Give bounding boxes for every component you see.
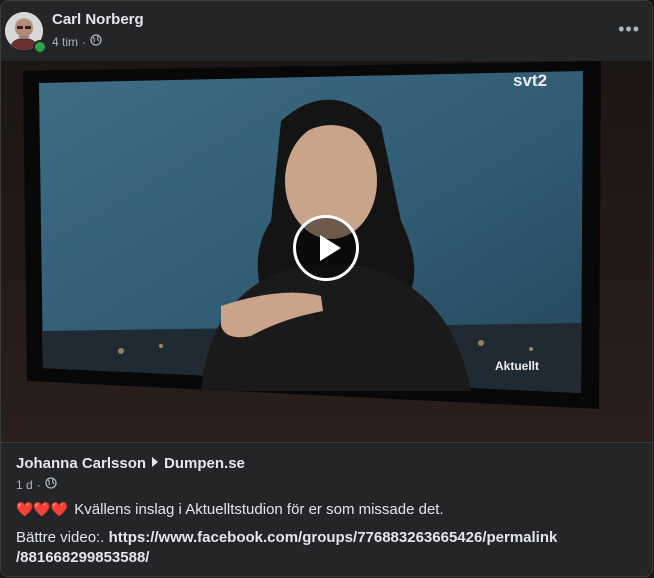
globe-icon [90, 34, 102, 49]
post-author[interactable]: Carl Norberg [52, 11, 144, 28]
link-paragraph: Bättre video:. https://www.facebook.com/… [16, 528, 616, 568]
play-icon[interactable] [293, 215, 359, 281]
caption-line: ❤️❤️❤️ Kvällens inslag i Aktuelltstudion… [16, 501, 444, 518]
permalink-link-part1[interactable]: https://www.facebook.com/groups/77688326… [109, 529, 558, 546]
post-header: Carl Norberg 4 tim · ••• [1, 1, 652, 61]
globe-icon [45, 477, 57, 492]
post-meta: 4 tim · [52, 34, 102, 49]
shared-group[interactable]: Dumpen.se [164, 455, 245, 472]
shared-meta: 1 d · [16, 477, 57, 492]
shared-post: Johanna Carlsson Dumpen.se 1 d · ❤️❤️❤️ … [1, 442, 652, 576]
online-status-dot [33, 40, 47, 54]
shared-time[interactable]: 1 d [16, 478, 33, 492]
hearts-emoji: ❤️❤️❤️ [16, 501, 69, 517]
caption-text: Kvällens inslag i Aktuelltstudion för er… [74, 501, 444, 518]
video-player[interactable]: svt2 Aktuellt [1, 61, 652, 442]
meta-separator: · [82, 34, 87, 49]
more-options-icon[interactable]: ••• [618, 19, 640, 40]
shared-author[interactable]: Johanna Carlsson [16, 455, 146, 472]
program-tag: Aktuellt [495, 359, 540, 373]
permalink-link-part2[interactable]: /881668299853588/ [16, 549, 149, 566]
better-video-label: Bättre video:. [16, 529, 105, 546]
feed-post: Carl Norberg 4 tim · ••• svt2 Aktuellt J… [0, 0, 653, 577]
post-time[interactable]: 4 tim [52, 35, 78, 49]
channel-logo: svt2 [513, 71, 548, 90]
caret-right-icon [150, 455, 160, 472]
shared-post-header: Johanna Carlsson Dumpen.se [16, 455, 245, 472]
meta-separator: · [36, 477, 41, 492]
